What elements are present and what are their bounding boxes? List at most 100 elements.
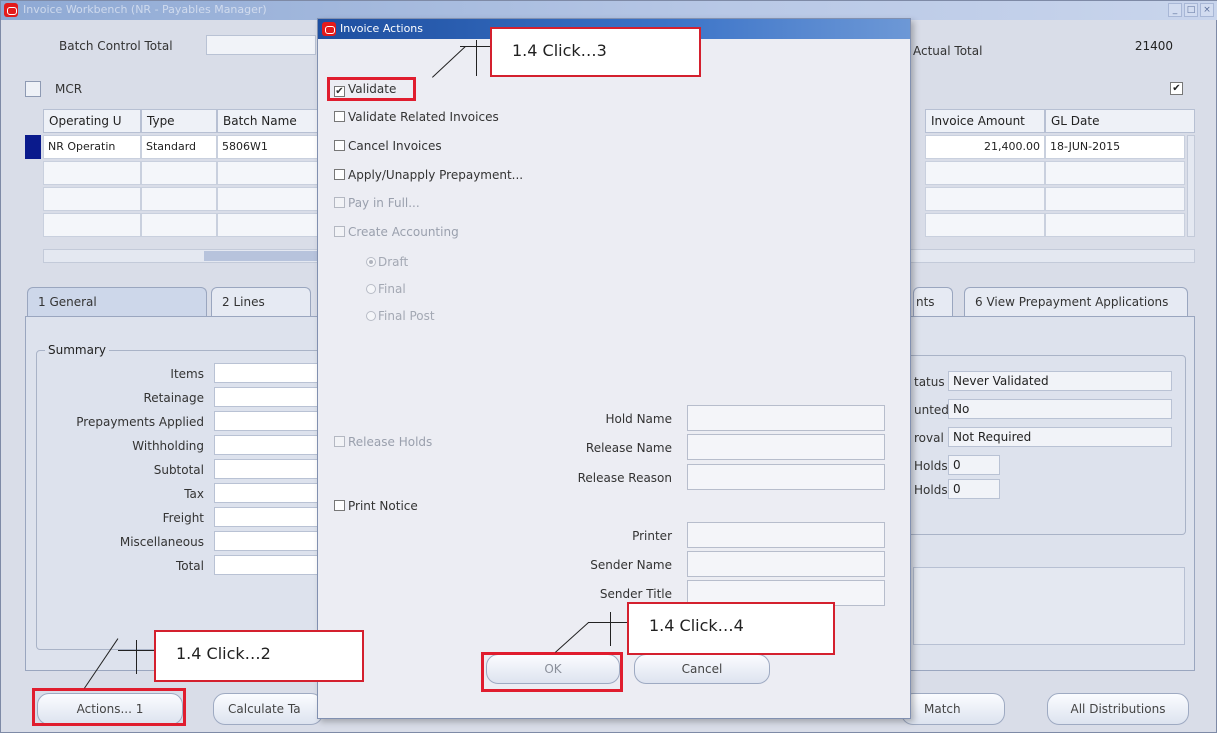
attachment-icon[interactable] bbox=[25, 81, 41, 97]
table-row[interactable] bbox=[141, 187, 217, 211]
print-notice-checkbox[interactable]: Print Notice bbox=[334, 499, 418, 513]
apply-prepayment-label: Apply/Unapply Prepayment... bbox=[348, 168, 524, 182]
miscellaneous-field[interactable] bbox=[214, 531, 324, 551]
cell-invoice-amount[interactable]: 21,400.00 bbox=[925, 135, 1045, 159]
close-icon[interactable]: × bbox=[1200, 3, 1214, 17]
cancel-invoices-box[interactable] bbox=[334, 140, 345, 151]
validate-highlight bbox=[327, 77, 416, 101]
total-label: Total bbox=[175, 559, 204, 573]
grid-vertical-scrollbar[interactable] bbox=[1187, 135, 1195, 237]
release-holds-field: 0 bbox=[948, 479, 1000, 499]
table-row[interactable] bbox=[141, 213, 217, 237]
all-distributions-button[interactable]: All Distributions bbox=[1047, 693, 1189, 725]
cancel-button[interactable]: Cancel bbox=[634, 654, 770, 684]
table-row[interactable] bbox=[217, 161, 321, 185]
callout-step3-leader-h bbox=[460, 46, 490, 47]
pay-in-full-box bbox=[334, 197, 345, 208]
maximize-icon[interactable]: □ bbox=[1184, 3, 1198, 17]
final-label: Final bbox=[378, 282, 406, 296]
cancel-invoices-label: Cancel Invoices bbox=[348, 139, 442, 153]
match-button[interactable]: Match bbox=[901, 693, 1005, 725]
subtotal-label: Subtotal bbox=[153, 463, 204, 477]
final-post-radio: Final Post bbox=[366, 309, 435, 323]
ok-highlight bbox=[481, 652, 623, 692]
final-radio-dot bbox=[366, 284, 376, 294]
validate-related-box[interactable] bbox=[334, 111, 345, 122]
table-row[interactable] bbox=[1045, 187, 1185, 211]
table-row[interactable] bbox=[217, 213, 321, 237]
holds-label: Holds bbox=[914, 459, 948, 473]
description-box[interactable] bbox=[913, 567, 1185, 645]
holds-field: 0 bbox=[948, 455, 1000, 475]
dialog-title: Invoice Actions bbox=[340, 22, 424, 35]
items-label: Items bbox=[170, 367, 204, 381]
apply-prepayment-box[interactable] bbox=[334, 169, 345, 180]
tab-holds[interactable]: nts bbox=[913, 287, 953, 317]
table-row[interactable] bbox=[1045, 161, 1185, 185]
freight-label: Freight bbox=[162, 511, 204, 525]
sender-name-field[interactable] bbox=[687, 551, 885, 577]
accounted-field: No bbox=[948, 399, 1172, 419]
cell-gl-date[interactable]: 18-JUN-2015 bbox=[1045, 135, 1185, 159]
final-radio: Final bbox=[366, 282, 406, 296]
sender-name-label: Sender Name bbox=[590, 558, 672, 572]
scrollbar-thumb[interactable] bbox=[204, 251, 324, 261]
oracle-dialog-icon bbox=[322, 22, 336, 36]
tab-lines[interactable]: 2 Lines bbox=[211, 287, 311, 317]
items-field[interactable] bbox=[214, 363, 324, 383]
retainage-label: Retainage bbox=[143, 391, 204, 405]
release-name-field[interactable] bbox=[687, 434, 885, 460]
column-header-operating-unit: Operating U bbox=[43, 109, 141, 133]
summary-legend: Summary bbox=[45, 343, 109, 357]
hold-name-field[interactable] bbox=[687, 405, 885, 431]
prepayments-applied-label: Prepayments Applied bbox=[76, 415, 204, 429]
prepayments-applied-field[interactable] bbox=[214, 411, 324, 431]
callout-step3: 1.4 Click…3 bbox=[490, 27, 701, 77]
draft-radio-dot bbox=[366, 257, 376, 267]
final-post-label: Final Post bbox=[378, 309, 435, 323]
apply-prepayment-checkbox[interactable]: Apply/Unapply Prepayment... bbox=[334, 168, 523, 182]
tab-general[interactable]: 1 General bbox=[27, 287, 207, 317]
create-accounting-box bbox=[334, 226, 345, 237]
release-holds-label: Holds bbox=[914, 483, 948, 497]
print-notice-box[interactable] bbox=[334, 500, 345, 511]
freight-field[interactable] bbox=[214, 507, 324, 527]
withholding-field[interactable] bbox=[214, 435, 324, 455]
withholding-label: Withholding bbox=[132, 439, 204, 453]
release-reason-field[interactable] bbox=[687, 464, 885, 490]
table-row[interactable] bbox=[43, 187, 141, 211]
table-row[interactable] bbox=[925, 187, 1045, 211]
table-row[interactable] bbox=[217, 187, 321, 211]
table-row[interactable] bbox=[925, 213, 1045, 237]
header-checkbox[interactable]: ✔ bbox=[1170, 82, 1183, 95]
window-controls: _ □ × bbox=[1168, 3, 1214, 17]
batch-control-total-field[interactable] bbox=[206, 35, 316, 55]
total-field[interactable] bbox=[214, 555, 324, 575]
draft-radio: Draft bbox=[366, 255, 408, 269]
validate-related-invoices-checkbox[interactable]: Validate Related Invoices bbox=[334, 110, 499, 124]
callout-step4: 1.4 Click…4 bbox=[627, 602, 835, 655]
minimize-icon[interactable]: _ bbox=[1168, 3, 1182, 17]
release-holds-box bbox=[334, 436, 345, 447]
tab-view-prepayment-applications[interactable]: 6 View Prepayment Applications bbox=[964, 287, 1188, 317]
subtotal-field[interactable] bbox=[214, 459, 324, 479]
cell-type[interactable]: Standard bbox=[141, 135, 217, 159]
table-row[interactable] bbox=[43, 161, 141, 185]
retainage-field[interactable] bbox=[214, 387, 324, 407]
calculate-tax-button[interactable]: Calculate Ta bbox=[213, 693, 323, 725]
printer-field[interactable] bbox=[687, 522, 885, 548]
table-row[interactable] bbox=[1045, 213, 1185, 237]
cell-batch-name[interactable]: 5806W1 bbox=[217, 135, 321, 159]
table-row[interactable] bbox=[141, 161, 217, 185]
printer-label: Printer bbox=[632, 529, 672, 543]
table-row[interactable] bbox=[43, 213, 141, 237]
column-header-invoice-amount: Invoice Amount bbox=[925, 109, 1045, 133]
table-row[interactable] bbox=[925, 161, 1045, 185]
cancel-invoices-checkbox[interactable]: Cancel Invoices bbox=[334, 139, 442, 153]
cell-operating-unit[interactable]: NR Operatin bbox=[43, 135, 141, 159]
actual-total-field: 21400 bbox=[1134, 39, 1173, 53]
current-record-indicator[interactable] bbox=[25, 135, 41, 159]
tax-field[interactable] bbox=[214, 483, 324, 503]
column-header-batch-name: Batch Name bbox=[217, 109, 321, 133]
hold-name-label: Hold Name bbox=[605, 412, 672, 426]
